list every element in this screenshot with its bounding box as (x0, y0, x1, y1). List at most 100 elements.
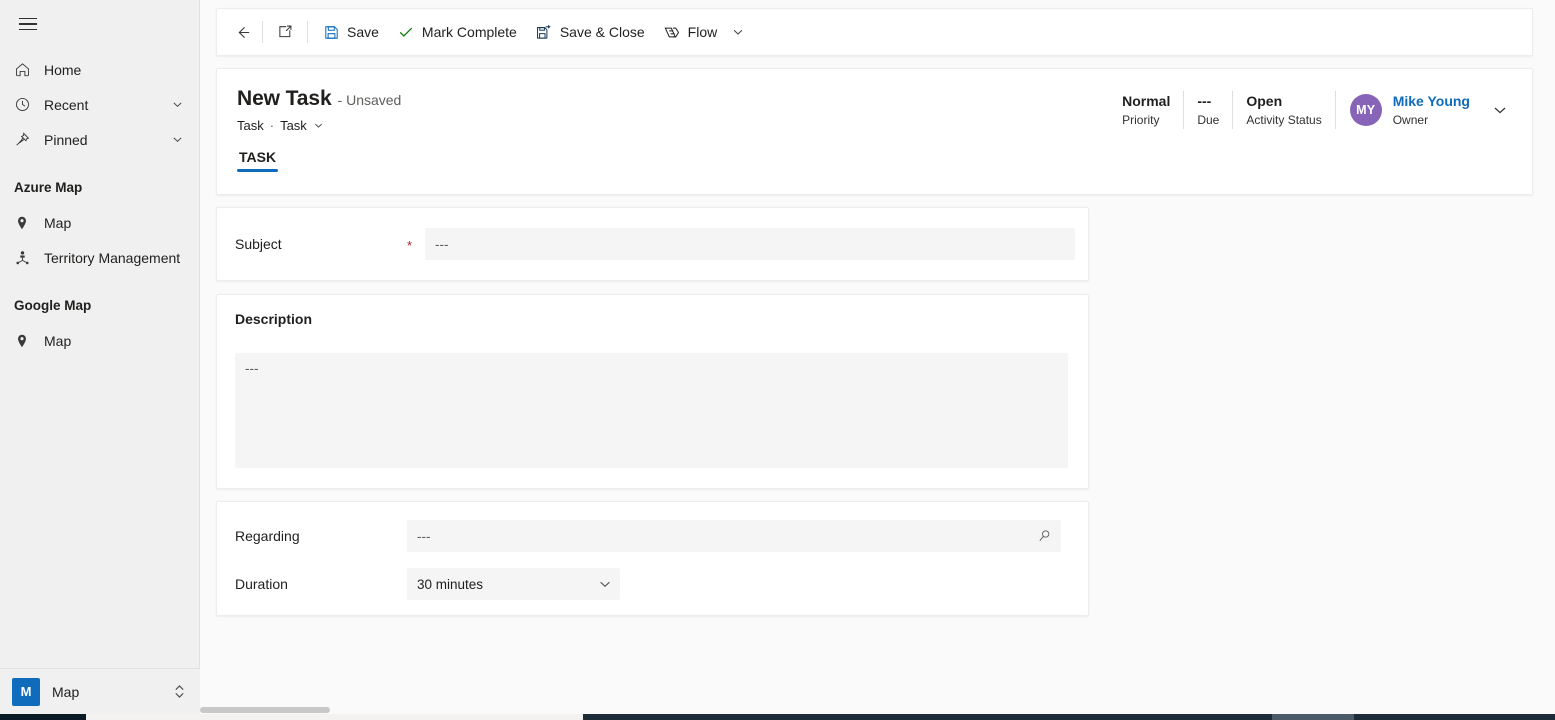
unsaved-indicator: - Unsaved (337, 92, 402, 108)
regarding-input-value: --- (417, 528, 431, 544)
owner-name[interactable]: Mike Young (1393, 92, 1470, 110)
status-due[interactable]: --- Due (1184, 89, 1232, 131)
sidebar-item-label: Map (44, 214, 72, 231)
toolbar-divider (307, 21, 308, 43)
chevron-down-icon[interactable] (169, 132, 185, 148)
sidebar-item-label: Recent (44, 96, 89, 113)
main-content-area: Save Mark Complete Save & Close Flow New… (200, 0, 1555, 720)
save-floppy-icon (322, 23, 340, 41)
sidebar-item-pinned[interactable]: Pinned (0, 122, 199, 157)
sidebar-item-recent[interactable]: Recent (0, 87, 199, 122)
subject-label: Subject (235, 236, 282, 252)
status-due-value: --- (1197, 93, 1212, 109)
duration-label: Duration (235, 576, 288, 592)
app-tile-icon: M (12, 677, 40, 706)
chevron-down-icon[interactable] (313, 120, 324, 131)
owner-field[interactable]: MY Mike Young Owner (1336, 89, 1476, 131)
subject-input[interactable]: --- (425, 228, 1075, 260)
sidebar-group-title-azure-map: Azure Map (14, 180, 83, 195)
chevron-down-icon[interactable] (728, 25, 748, 39)
checkmark-icon (397, 23, 415, 41)
sidebar-item-territory-management[interactable]: Territory Management (0, 240, 199, 275)
owner-role-label: Owner (1392, 113, 1429, 127)
scrollbar-thumb[interactable] (200, 707, 330, 713)
breadcrumb-entity: Task (237, 118, 264, 133)
save-button[interactable]: Save (313, 14, 388, 50)
status-priority-label: Priority (1122, 113, 1160, 127)
mark-complete-button[interactable]: Mark Complete (388, 14, 526, 50)
page-title: New Task (237, 87, 332, 110)
tab-task[interactable]: TASK (237, 149, 279, 172)
pin-icon (14, 130, 36, 150)
sidebar-item-label: Map (44, 332, 72, 349)
save-and-close-icon (535, 23, 553, 41)
map-pin-icon (14, 331, 36, 351)
map-pin-icon (14, 213, 36, 233)
back-arrow-icon[interactable] (227, 23, 257, 42)
home-icon (14, 60, 36, 80)
hamburger-bar (19, 17, 37, 20)
duration-select-value: 30 minutes (417, 576, 484, 592)
description-input[interactable]: --- (235, 353, 1068, 468)
command-bar: Save Mark Complete Save & Close Flow (216, 8, 1533, 56)
toolbar-divider (262, 21, 263, 43)
regarding-label: Regarding (235, 528, 300, 544)
hamburger-bar (19, 23, 37, 25)
description-input-value: --- (245, 361, 259, 376)
mark-complete-button-label: Mark Complete (421, 24, 517, 40)
taskbar-segment (0, 714, 86, 720)
status-due-label: Due (1197, 113, 1220, 127)
header-status-strip: Normal Priority --- Due Open Activity St… (1109, 89, 1514, 131)
open-in-new-window-icon[interactable] (268, 23, 302, 41)
chevron-down-icon[interactable] (598, 577, 612, 591)
search-icon[interactable] (1037, 529, 1052, 544)
sidebar-item-label: Territory Management (44, 249, 181, 266)
save-and-close-button[interactable]: Save & Close (526, 14, 654, 50)
app-switcher[interactable]: M Map (0, 668, 200, 714)
duration-select[interactable]: 30 minutes (407, 568, 620, 600)
breadcrumb-form-selector[interactable]: Task (280, 118, 307, 133)
chevron-down-icon[interactable] (1476, 89, 1514, 131)
sidebar-group-title-google-map: Google Map (14, 298, 92, 313)
save-and-close-button-label: Save & Close (559, 24, 645, 40)
owner-text: Mike Young Owner (1393, 92, 1470, 128)
status-activity-value: Open (1246, 93, 1283, 109)
taskbar-segment (86, 714, 583, 720)
flow-button-label: Flow (687, 24, 718, 40)
sidebar-item-label: Pinned (44, 131, 88, 148)
form-tabs: TASK (237, 149, 1532, 172)
subject-input-value: --- (435, 236, 449, 252)
breadcrumb-separator: · (269, 118, 275, 133)
required-indicator: * (407, 237, 413, 253)
territory-icon (14, 248, 36, 268)
save-button-label: Save (347, 24, 379, 40)
horizontal-scrollbar[interactable] (200, 706, 1555, 714)
hamburger-bar (19, 28, 37, 31)
chevron-down-icon[interactable] (169, 97, 185, 113)
flow-icon (663, 23, 681, 41)
taskbar-segment (1272, 714, 1354, 720)
os-taskbar-strip (0, 714, 1555, 720)
description-card: Description --- (216, 294, 1089, 489)
clock-icon (14, 95, 36, 115)
status-activity-status[interactable]: Open Activity Status (1233, 89, 1334, 131)
flow-button[interactable]: Flow (654, 14, 727, 50)
status-priority[interactable]: Normal Priority (1109, 89, 1183, 131)
regarding-input[interactable]: --- (407, 520, 1061, 552)
sidebar-item-label: Home (44, 61, 82, 78)
app-switcher-label: Map (52, 683, 80, 700)
sidebar: Home Recent Pinned Azure Map Map Territo… (0, 0, 200, 720)
description-section-title: Description (235, 311, 313, 327)
chevron-up-down-icon[interactable] (170, 683, 188, 700)
details-card: Regarding --- Duration 30 minutes (216, 501, 1089, 616)
hamburger-icon[interactable] (8, 4, 48, 44)
regarding-row: Regarding --- (235, 520, 1088, 552)
status-activity-label: Activity Status (1246, 113, 1322, 127)
duration-row: Duration 30 minutes (235, 568, 1088, 600)
sidebar-item-google-map[interactable]: Map (0, 323, 199, 358)
sidebar-item-azure-map[interactable]: Map (0, 205, 199, 240)
avatar: MY (1349, 94, 1382, 126)
record-header-card: New Task - Unsaved Task · Task TASK Norm… (216, 68, 1533, 195)
sidebar-item-home[interactable]: Home (0, 52, 199, 87)
